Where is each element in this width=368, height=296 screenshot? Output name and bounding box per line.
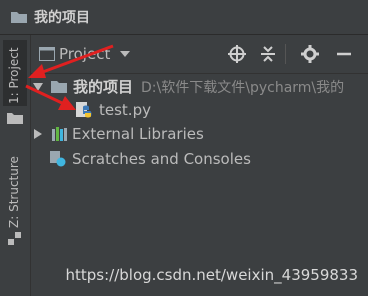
- project-panel: Project 我的项目 D:\软件下载文件\pycharm\我的 test.p…: [31, 35, 368, 296]
- project-view-label: Project: [59, 45, 111, 63]
- tree-row-root[interactable]: 我的项目 D:\软件下载文件\pycharm\我的: [31, 74, 344, 99]
- scratches-icon: [50, 150, 66, 167]
- project-folder-icon[interactable]: [7, 112, 23, 124]
- root-name: 我的项目: [73, 78, 134, 96]
- project-toolbar: Project: [31, 35, 368, 74]
- toolbar-separator: [285, 44, 286, 64]
- external-libraries-label: External Libraries: [72, 124, 204, 143]
- project-view-select[interactable]: Project: [39, 43, 131, 65]
- project-view-icon: [39, 47, 55, 61]
- gear-icon[interactable]: [300, 44, 320, 64]
- chevron-right-icon[interactable]: [34, 128, 42, 139]
- chevron-down-icon: [120, 51, 131, 57]
- structure-icon[interactable]: [8, 232, 22, 246]
- folder-icon: [10, 10, 28, 24]
- tool-window-titlebar: 我的项目: [0, 0, 368, 35]
- folder-icon: [51, 80, 67, 93]
- watermark: https://blog.csdn.net/weixin_43959833: [65, 266, 358, 284]
- window-title: 我的项目: [34, 10, 90, 26]
- root-path: D:\软件下载文件\pycharm\我的: [141, 79, 345, 96]
- tree-row-external-libraries[interactable]: External Libraries: [31, 121, 204, 146]
- file-name: test.py: [99, 100, 151, 119]
- libraries-icon: [52, 126, 68, 141]
- scratches-label: Scratches and Consoles: [72, 149, 251, 168]
- collapse-all-icon[interactable]: [258, 44, 278, 64]
- tab-project[interactable]: 1: Project: [7, 47, 21, 104]
- python-file-icon: [75, 101, 93, 119]
- tree-row-scratches[interactable]: Scratches and Consoles: [50, 146, 251, 171]
- minimize-icon[interactable]: [334, 44, 354, 64]
- tree-row-test-py[interactable]: test.py: [75, 97, 151, 122]
- chevron-down-icon[interactable]: [33, 82, 43, 91]
- tab-structure[interactable]: Z: Structure: [7, 156, 21, 228]
- target-icon[interactable]: [227, 44, 247, 64]
